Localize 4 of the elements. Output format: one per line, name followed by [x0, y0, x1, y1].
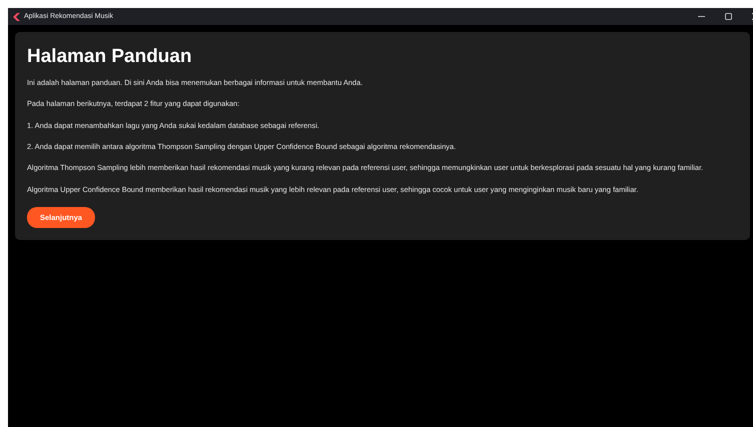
maximize-icon[interactable]: [725, 13, 732, 20]
minimize-icon[interactable]: [698, 13, 705, 20]
app-icon: [13, 12, 20, 20]
page-heading: Halaman Panduan: [27, 46, 193, 68]
